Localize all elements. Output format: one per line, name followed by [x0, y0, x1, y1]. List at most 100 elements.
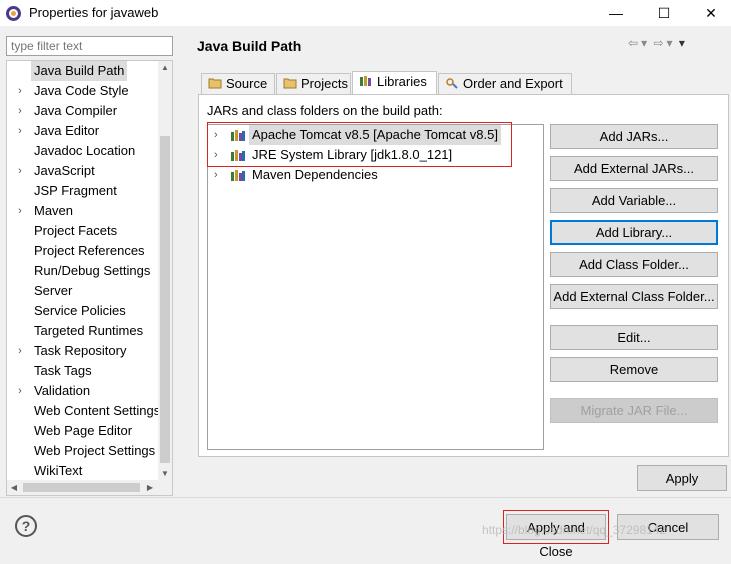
nav-item-label: Validation	[34, 383, 91, 398]
folder-source-icon	[208, 78, 222, 89]
library-tree[interactable]: › Apache Tomcat v8.5 [Apache Tomcat v8.5…	[207, 124, 544, 450]
nav-item[interactable]: › JavaScript	[7, 161, 159, 181]
filter-input[interactable]	[6, 36, 173, 56]
add-library-button[interactable]: Add Library...	[550, 220, 718, 245]
folder-projects-icon	[283, 78, 297, 89]
nav-item[interactable]: Java Build Path	[7, 61, 159, 81]
migrate-jar-button[interactable]: Migrate JAR File...	[550, 398, 718, 423]
tab-source-label: Source	[226, 76, 268, 91]
nav-item-label: Java Build Path	[31, 61, 128, 81]
expand-arrow-icon[interactable]: ›	[214, 125, 218, 145]
add-external-jars-button[interactable]: Add External JARs...	[550, 156, 718, 181]
edit-button[interactable]: Edit...	[550, 325, 718, 350]
nav-item-label: Web Page Editor	[34, 423, 133, 438]
nav-item[interactable]: Targeted Runtimes	[7, 321, 159, 341]
nav-horizontal-scrollbar[interactable]: ◀ ▶	[7, 480, 172, 495]
library-item-jre[interactable]: › JRE System Library [jdk1.8.0_121]	[208, 145, 543, 165]
build-path-label: JARs and class folders on the build path…	[207, 103, 443, 118]
nav-item[interactable]: › Task Repository	[7, 341, 159, 361]
tab-libraries[interactable]: Libraries	[352, 71, 437, 95]
forward-menu-icon[interactable]: ▾	[667, 36, 673, 50]
add-jars-button[interactable]: Add JARs...	[550, 124, 718, 149]
scroll-up-icon[interactable]: ▲	[158, 61, 172, 75]
nav-item[interactable]: Run/Debug Settings	[7, 261, 159, 281]
nav-item-label: Service Policies	[34, 303, 126, 318]
nav-item[interactable]: WikiText	[7, 461, 159, 481]
close-button[interactable]: ✕	[688, 0, 731, 26]
nav-hscroll-thumb[interactable]	[23, 483, 140, 492]
nav-item[interactable]: › Maven	[7, 201, 159, 221]
nav-item[interactable]: › Java Code Style	[7, 81, 159, 101]
nav-item-label: Maven	[34, 203, 74, 218]
tab-source[interactable]: Source	[201, 73, 275, 95]
library-icon	[231, 150, 245, 161]
nav-item-label: Server	[34, 283, 73, 298]
expand-arrow-icon[interactable]: ›	[214, 145, 218, 165]
expand-arrow-icon[interactable]: ›	[14, 381, 26, 401]
nav-item-label: Task Tags	[34, 363, 92, 378]
nav-item[interactable]: Server	[7, 281, 159, 301]
nav-item[interactable]: Web Page Editor	[7, 421, 159, 441]
nav-item[interactable]: Web Project Settings	[7, 441, 159, 461]
tab-projects[interactable]: Projects	[276, 73, 351, 95]
expand-arrow-icon[interactable]: ›	[14, 161, 26, 181]
add-variable-button[interactable]: Add Variable...	[550, 188, 718, 213]
help-icon[interactable]: ?	[15, 515, 37, 537]
tab-order-export-label: Order and Export	[463, 76, 563, 91]
maximize-button[interactable]: ☐	[641, 0, 687, 26]
library-item-maven[interactable]: › Maven Dependencies	[208, 165, 543, 185]
nav-item-label: Project Facets	[34, 223, 118, 238]
nav-item-label: Task Repository	[34, 343, 127, 358]
nav-item-label: Web Project Settings	[34, 443, 156, 458]
nav-item-label: JSP Fragment	[34, 183, 117, 198]
add-external-class-folder-button[interactable]: Add External Class Folder...	[550, 284, 718, 309]
expand-arrow-icon[interactable]: ›	[14, 121, 26, 141]
view-menu-icon[interactable]: ▾	[679, 36, 685, 50]
title-bar: Properties for javaweb — ☐ ✕	[0, 0, 731, 26]
history-nav: ⇦ ▾ ⇨ ▾ ▾	[628, 36, 688, 56]
order-export-icon	[446, 78, 458, 89]
expand-arrow-icon[interactable]: ›	[214, 165, 218, 185]
nav-item[interactable]: Project References	[7, 241, 159, 261]
nav-item[interactable]: › Validation	[7, 381, 159, 401]
expand-arrow-icon[interactable]: ›	[14, 201, 26, 221]
nav-vertical-scrollbar[interactable]: ▲ ▼	[158, 61, 172, 481]
library-item-label: Apache Tomcat v8.5 [Apache Tomcat v8.5]	[249, 125, 501, 145]
nav-item[interactable]: JSP Fragment	[7, 181, 159, 201]
scroll-left-icon[interactable]: ◀	[7, 480, 21, 495]
tab-projects-label: Projects	[301, 76, 348, 91]
expand-arrow-icon[interactable]: ›	[14, 81, 26, 101]
nav-item[interactable]: › Java Editor	[7, 121, 159, 141]
library-item-tomcat[interactable]: › Apache Tomcat v8.5 [Apache Tomcat v8.5…	[208, 125, 543, 145]
minimize-button[interactable]: —	[593, 0, 639, 26]
nav-item[interactable]: › Java Compiler	[7, 101, 159, 121]
scroll-down-icon[interactable]: ▼	[158, 467, 172, 481]
tab-order-export[interactable]: Order and Export	[438, 73, 572, 95]
apply-button[interactable]: Apply	[637, 465, 727, 491]
remove-button[interactable]: Remove	[550, 357, 718, 382]
back-menu-icon[interactable]: ▾	[641, 36, 647, 50]
nav-item-label: Java Editor	[34, 123, 100, 138]
nav-scroll-thumb[interactable]	[160, 136, 170, 463]
expand-arrow-icon[interactable]: ›	[14, 101, 26, 121]
nav-item[interactable]: Web Content Settings	[7, 401, 160, 421]
scroll-right-icon[interactable]: ▶	[143, 480, 157, 495]
watermark: https://blog.csdn.net/qq_37298142	[482, 523, 667, 537]
library-icon	[360, 76, 371, 86]
nav-item-label: WikiText	[34, 463, 83, 478]
nav-item[interactable]: Task Tags	[7, 361, 159, 381]
nav-item[interactable]: Project Facets	[7, 221, 159, 241]
back-arrow-icon[interactable]: ⇦	[628, 36, 638, 50]
eclipse-icon	[6, 6, 21, 21]
expand-arrow-icon[interactable]: ›	[14, 341, 26, 361]
window-title: Properties for javaweb	[29, 5, 159, 20]
nav-item[interactable]: Javadoc Location	[7, 141, 159, 161]
tab-libraries-label: Libraries	[377, 74, 427, 89]
nav-item-label: Run/Debug Settings	[34, 263, 151, 278]
nav-item[interactable]: Service Policies	[7, 301, 159, 321]
nav-item-label: JavaScript	[34, 163, 95, 178]
forward-arrow-icon[interactable]: ⇨	[653, 36, 663, 50]
nav-item-label: Javadoc Location	[34, 143, 136, 158]
library-item-label: Maven Dependencies	[252, 167, 378, 182]
add-class-folder-button[interactable]: Add Class Folder...	[550, 252, 718, 277]
